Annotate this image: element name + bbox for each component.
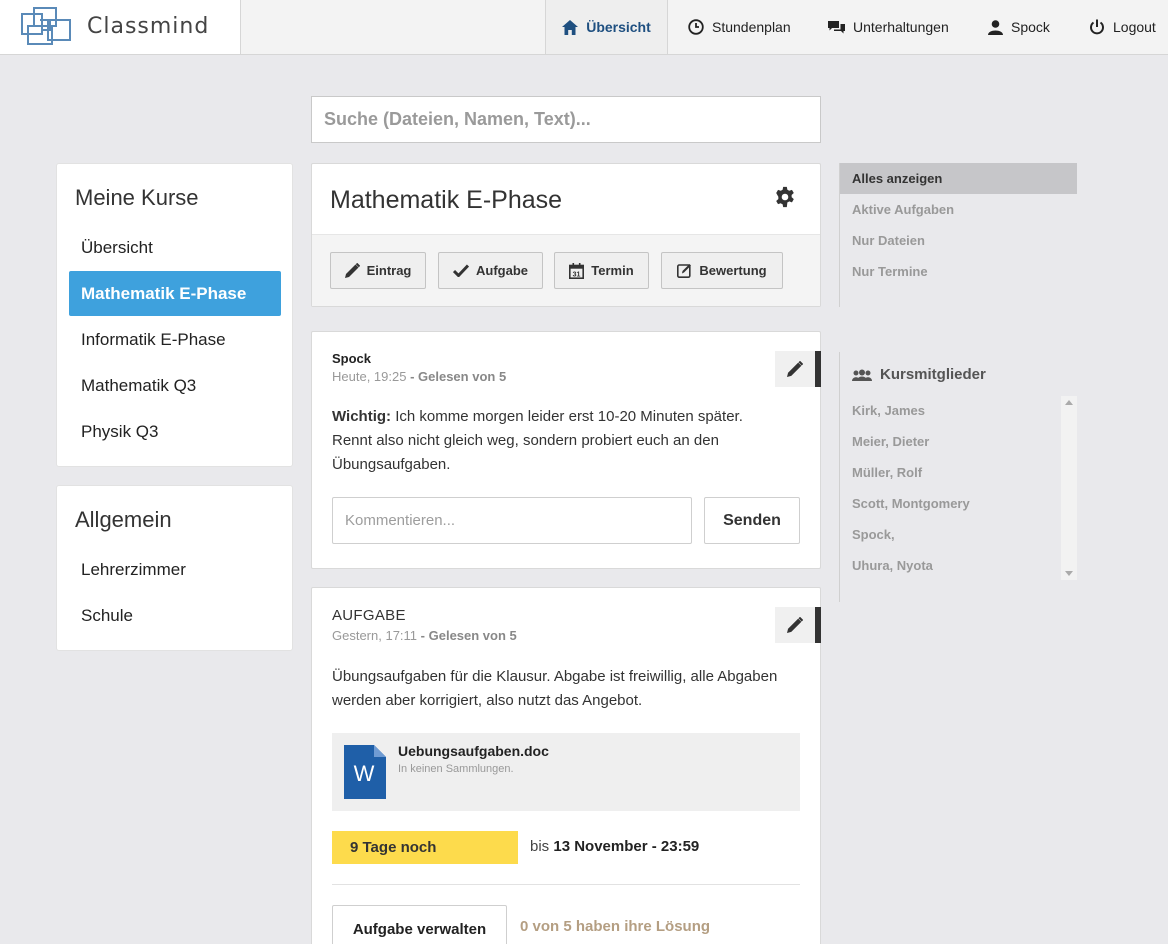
filter-all[interactable]: Alles anzeigen: [840, 163, 1077, 194]
edit-square-icon: [677, 264, 692, 278]
members-title: Kursmitglieder: [852, 366, 986, 383]
svg-text:31: 31: [573, 271, 581, 278]
deadline-text: bis 13 November - 23:59: [530, 838, 699, 855]
gear-icon[interactable]: [774, 186, 796, 208]
general-panel: Allgemein Lehrerzimmer Schule: [56, 485, 293, 651]
post-meta: Heute, 19:25 - Gelesen von 5: [332, 369, 506, 384]
calendar-icon: 31: [569, 262, 585, 279]
post-body-strong: Wichtig:: [332, 408, 392, 425]
button-label: Aufgabe: [476, 263, 528, 278]
member-item[interactable]: Scott, Montgomery: [852, 496, 970, 511]
course-link-physik-q3[interactable]: Physik Q3: [69, 409, 281, 454]
aufgabe-button[interactable]: Aufgabe: [438, 252, 543, 289]
pencil-icon: [787, 361, 803, 377]
button-label: Termin: [591, 263, 634, 278]
nav-profile[interactable]: Spock: [988, 0, 1050, 54]
course-link-informatik-e-phase[interactable]: Informatik E-Phase: [69, 317, 281, 362]
filter-list: Alles anzeigen Aktive Aufgaben Nur Datei…: [839, 163, 1077, 307]
member-item[interactable]: Spock,: [852, 527, 895, 542]
filter-active-tasks[interactable]: Aktive Aufgaben: [840, 194, 1077, 225]
general-title: Allgemein: [75, 507, 172, 532]
member-item[interactable]: Meier, Dieter: [852, 434, 929, 449]
button-label: Eintrag: [366, 263, 412, 278]
scroll-down-arrow[interactable]: [1065, 571, 1073, 576]
members-scrollbar[interactable]: [1061, 396, 1077, 580]
nav-label: Spock: [1011, 19, 1050, 35]
termin-button[interactable]: 31 Termin: [554, 252, 649, 289]
nav-label: Stundenplan: [712, 19, 791, 35]
course-link-mathematik-q3[interactable]: Mathematik Q3: [69, 363, 281, 408]
search-input[interactable]: [311, 96, 821, 143]
nav-uebersicht[interactable]: Übersicht: [545, 0, 668, 54]
doc-icon-letter: W: [354, 761, 375, 786]
comment-input[interactable]: [332, 497, 692, 544]
submission-status: 0 von 5 haben ihre Lösung: [520, 918, 711, 935]
pencil-icon: [344, 263, 360, 278]
members-panel: Kursmitglieder Kirk, James Meier, Dieter…: [839, 352, 1077, 602]
maze-logo-icon: [21, 7, 71, 45]
user-icon: [988, 19, 1003, 35]
post-time: Gestern, 17:11: [332, 628, 418, 643]
member-item[interactable]: Kirk, James: [852, 403, 925, 418]
home-icon: [562, 19, 579, 35]
post-type: AUFGABE: [332, 607, 406, 624]
nav-logout[interactable]: Logout: [1089, 0, 1156, 54]
post-meta: Gestern, 17:11 - Gelesen von 5: [332, 628, 517, 643]
post-body: Wichtig: Ich komme morgen leider erst 10…: [332, 405, 782, 477]
general-link-lehrerzimmer[interactable]: Lehrerzimmer: [69, 547, 281, 592]
send-button[interactable]: Senden: [704, 497, 800, 544]
top-navigation-bar: Classmind Übersicht Stundenplan Unterhal…: [0, 0, 1168, 55]
courses-title: Meine Kurse: [75, 185, 199, 210]
brand[interactable]: Classmind: [0, 0, 241, 54]
nav-unterhaltungen[interactable]: Unterhaltungen: [828, 0, 949, 54]
filter-dates[interactable]: Nur Termine: [840, 256, 1077, 287]
clock-icon: [688, 19, 704, 35]
file-collections: In keinen Sammlungen.: [398, 763, 514, 775]
filter-files[interactable]: Nur Dateien: [840, 225, 1077, 256]
post-read-count: - Gelesen von 5: [410, 369, 507, 384]
manage-task-button[interactable]: Aufgabe verwalten: [332, 905, 507, 944]
check-icon: [453, 264, 469, 277]
deadline-badge: 9 Tage noch: [332, 831, 518, 864]
post-body-text: Ich komme morgen leider erst 10-20 Minut…: [332, 408, 743, 473]
members-title-text: Kursmitglieder: [880, 366, 986, 383]
course-link-uebersicht[interactable]: Übersicht: [69, 225, 281, 270]
eintrag-button[interactable]: Eintrag: [330, 252, 426, 289]
nav-label: Unterhaltungen: [853, 19, 949, 35]
pencil-icon: [787, 617, 803, 633]
edit-post-button[interactable]: [775, 607, 821, 643]
post-time: Heute, 19:25: [332, 369, 407, 384]
nav-stundenplan[interactable]: Stundenplan: [688, 0, 791, 54]
courses-panel: Meine Kurse Übersicht Mathematik E-Phase…: [56, 163, 293, 467]
edit-post-button[interactable]: [775, 351, 821, 387]
word-document-icon: W: [344, 745, 386, 799]
nav-label: Logout: [1113, 19, 1156, 35]
scroll-up-arrow[interactable]: [1065, 400, 1073, 405]
course-header-card: Mathematik E-Phase Eintrag Aufgabe 31 Te…: [311, 163, 821, 307]
power-icon: [1090, 19, 1104, 35]
post-card: Spock Heute, 19:25 - Gelesen von 5 Wicht…: [311, 331, 821, 569]
general-link-schule[interactable]: Schule: [69, 593, 281, 638]
post-author: Spock: [332, 351, 372, 366]
deadline-date: 13 November - 23:59: [553, 838, 700, 855]
group-icon: [852, 369, 872, 381]
course-title: Mathematik E-Phase: [330, 186, 563, 214]
post-read-count: - Gelesen von 5: [420, 628, 517, 643]
deadline-prefix: bis: [530, 838, 550, 855]
chat-icon: [828, 20, 845, 33]
button-label: Bewertung: [699, 263, 767, 278]
task-card: AUFGABE Gestern, 17:11 - Gelesen von 5 Ü…: [311, 587, 821, 944]
member-item[interactable]: Müller, Rolf: [852, 465, 922, 480]
post-body: Übungsaufgaben für die Klausur. Abgabe i…: [332, 668, 778, 709]
nav-label: Übersicht: [586, 19, 651, 35]
bewertung-button[interactable]: Bewertung: [661, 252, 783, 289]
divider: [332, 884, 800, 885]
course-link-mathematik-e-phase[interactable]: Mathematik E-Phase: [69, 271, 281, 316]
file-name[interactable]: Uebungsaufgaben.doc: [398, 743, 549, 759]
brand-name: Classmind: [87, 14, 210, 39]
member-item[interactable]: Uhura, Nyota: [852, 558, 933, 573]
course-actions: Eintrag Aufgabe 31 Termin Bewertung: [312, 234, 820, 306]
file-attachment[interactable]: W Uebungsaufgaben.doc In keinen Sammlung…: [332, 733, 800, 811]
